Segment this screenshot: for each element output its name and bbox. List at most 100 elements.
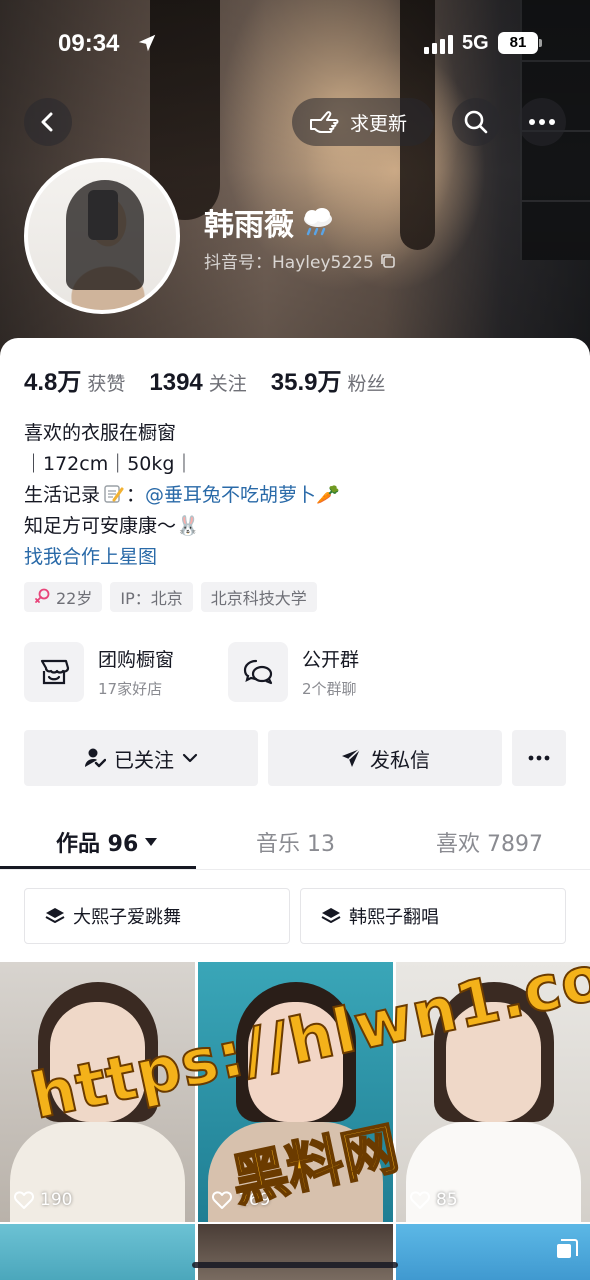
- collection-label: 大熙子爱跳舞: [73, 907, 181, 928]
- tab-label: 作品 96: [56, 832, 139, 857]
- pointing-hand-icon: [310, 111, 339, 133]
- video-thumbnail[interactable]: 169: [198, 962, 393, 1222]
- home-indicator[interactable]: [192, 1262, 398, 1268]
- request-update-button[interactable]: 求更新: [292, 98, 434, 146]
- user-check-icon: [85, 748, 106, 768]
- bio-line: 知足方可安康康～🐰: [24, 511, 340, 542]
- stat-label: 关注: [208, 373, 247, 395]
- profile-nickname: 韩雨薇: [204, 200, 336, 244]
- entry-title: 公开群: [302, 649, 360, 671]
- carrot-emoji: 🥕: [316, 484, 340, 506]
- more-button[interactable]: [518, 98, 566, 146]
- more-actions-button[interactable]: [512, 730, 566, 786]
- layers-icon: [321, 908, 341, 923]
- signal-icon: [424, 35, 453, 54]
- age-tag: 22岁: [24, 582, 103, 612]
- douyin-id[interactable]: 抖音号：Hayley5225: [204, 248, 396, 273]
- search-button[interactable]: [452, 98, 500, 146]
- mention-link[interactable]: @垂耳兔不吃胡萝卜: [145, 484, 316, 506]
- shop-icon: [24, 642, 84, 702]
- school-tag[interactable]: 北京科技大学: [200, 582, 317, 612]
- bio-text: 知足方可安康康～: [24, 515, 177, 537]
- rain-cloud-icon: [304, 208, 332, 236]
- stat-number: 1394: [149, 369, 203, 396]
- profile-bio: 喜欢的衣服在橱窗 ｜172cm｜50kg｜ 生活记录 ：@垂耳兔不吃胡萝卜🥕 知足…: [24, 418, 340, 573]
- stat-following[interactable]: 1394 关注: [149, 369, 246, 397]
- send-icon: [342, 748, 361, 767]
- active-tab-indicator: [0, 866, 196, 869]
- bio-line: 喜欢的衣服在橱窗: [24, 422, 177, 444]
- heart-icon: [410, 1191, 430, 1209]
- stat-label: 粉丝: [347, 373, 386, 395]
- likes-count: 190: [40, 1190, 73, 1210]
- bio-line: ｜172cm｜50kg｜: [24, 453, 194, 475]
- video-thumbnail[interactable]: [0, 1224, 195, 1280]
- send-message-button[interactable]: 发私信: [268, 730, 502, 786]
- video-thumbnail[interactable]: 85: [396, 962, 590, 1222]
- video-grid: 190 169 85: [0, 962, 590, 1280]
- bio-line: 生活记录 ：@垂耳兔不吃胡萝卜🥕: [24, 480, 340, 511]
- stat-likes[interactable]: 4.8万 获赞: [24, 362, 125, 397]
- video-thumbnail[interactable]: [396, 1224, 590, 1280]
- entry-subtitle: 2个群聊: [302, 680, 357, 698]
- profile-entries: 团购橱窗 17家好店 公开群 2个群聊: [24, 640, 566, 704]
- content-tabs: 作品 96 音乐 13 喜欢 7897: [0, 812, 590, 870]
- public-group[interactable]: 公开群 2个群聊: [228, 640, 359, 704]
- female-icon: [35, 588, 50, 603]
- tab-label: 喜欢 7897: [436, 832, 543, 857]
- group-buy-showcase[interactable]: 团购橱窗 17家好店: [24, 640, 174, 704]
- profile-card: 4.8万 获赞 1394 关注 35.9万 粉丝 喜欢的衣服在橱窗 ｜172cm…: [0, 338, 590, 1280]
- chevron-left-icon: [41, 112, 53, 132]
- video-thumbnail[interactable]: 190: [0, 962, 195, 1222]
- collections-row: 大熙子爱跳舞 韩熙子翻唱: [24, 888, 566, 944]
- xingtu-link[interactable]: 找我合作上星图: [24, 542, 340, 573]
- video-likes: 85: [410, 1190, 458, 1210]
- collection-stack-icon: [557, 1239, 578, 1258]
- profile-actions: 已关注 发私信: [24, 730, 566, 786]
- avatar[interactable]: [24, 158, 180, 314]
- profile-stats: 4.8万 获赞 1394 关注 35.9万 粉丝: [24, 362, 386, 397]
- memo-icon: [104, 485, 124, 503]
- tab-label: 音乐 13: [256, 832, 335, 857]
- tag-text: 22岁: [56, 589, 93, 608]
- battery-icon: 81: [498, 32, 542, 54]
- followed-label: 已关注: [114, 747, 174, 772]
- nickname-text: 韩雨薇: [204, 208, 294, 243]
- more-dots-icon: [528, 755, 550, 761]
- bio-text: ：: [126, 484, 146, 506]
- collection-chip[interactable]: 韩熙子翻唱: [300, 888, 566, 944]
- copy-icon: [380, 253, 395, 268]
- video-likes: 169: [212, 1190, 270, 1210]
- tab-likes[interactable]: 喜欢 7897: [436, 826, 543, 858]
- profile-tags: 22岁 IP：北京 北京科技大学: [24, 582, 317, 612]
- stat-followers[interactable]: 35.9万 粉丝: [271, 362, 386, 397]
- video-likes: 190: [14, 1190, 72, 1210]
- douyin-id-text: 抖音号：Hayley5225: [204, 253, 374, 273]
- tab-music[interactable]: 音乐 13: [256, 826, 335, 858]
- location-arrow-icon: [138, 34, 156, 52]
- stat-number: 4.8万: [24, 369, 82, 396]
- tag-text: IP：北京: [120, 589, 183, 608]
- ip-tag: IP：北京: [110, 582, 193, 612]
- stat-number: 35.9万: [270, 369, 342, 396]
- entry-subtitle: 17家好店: [98, 680, 163, 698]
- stat-label: 获赞: [87, 373, 126, 395]
- battery-level: 81: [498, 32, 538, 54]
- rabbit-emoji: 🐰: [176, 515, 200, 537]
- send-message-label: 发私信: [370, 747, 430, 772]
- collection-label: 韩熙子翻唱: [349, 907, 439, 928]
- collection-chip[interactable]: 大熙子爱跳舞: [24, 888, 290, 944]
- back-button[interactable]: [24, 98, 72, 146]
- chevron-down-icon: [182, 753, 198, 763]
- more-dots-icon: [529, 119, 555, 125]
- request-update-label: 求更新: [350, 112, 408, 135]
- video-thumbnail[interactable]: [198, 1224, 393, 1280]
- status-time: 09:34: [58, 30, 120, 57]
- heart-icon: [212, 1191, 232, 1209]
- search-icon: [464, 110, 488, 134]
- heart-icon: [14, 1191, 34, 1209]
- followed-button[interactable]: 已关注: [24, 730, 258, 786]
- tab-works[interactable]: 作品 96: [56, 826, 158, 858]
- status-bar: 09:34 5G 81: [0, 24, 590, 64]
- network-type: 5G: [462, 32, 489, 54]
